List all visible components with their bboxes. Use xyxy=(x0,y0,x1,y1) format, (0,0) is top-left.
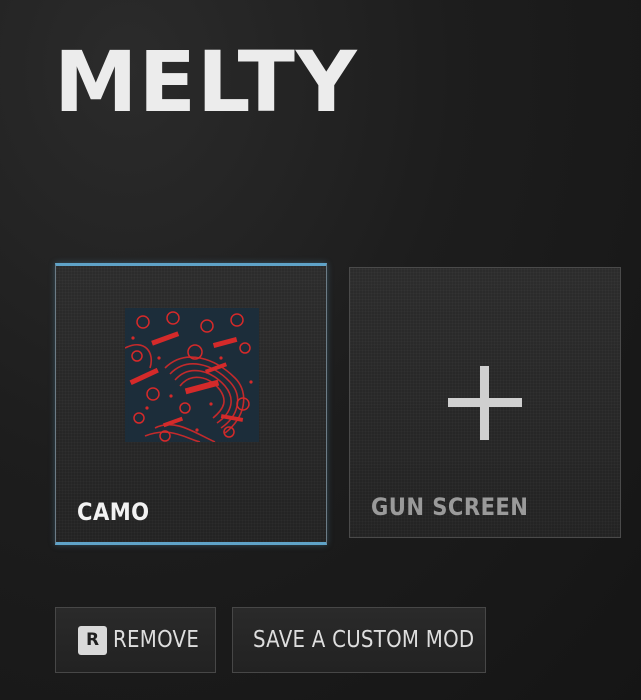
r-key-icon: R xyxy=(78,625,107,655)
plus-icon xyxy=(448,366,522,440)
remove-button-label: REMOVE xyxy=(113,627,200,653)
page-title: MELTY xyxy=(54,33,358,131)
save-custom-mod-label: SAVE A CUSTOM MOD xyxy=(253,627,475,653)
camo-slot-card[interactable]: CAMO xyxy=(55,263,327,545)
camo-swatch-image xyxy=(125,308,259,442)
save-custom-mod-button[interactable]: SAVE A CUSTOM MOD xyxy=(232,607,486,673)
camo-slot-label: CAMO xyxy=(77,498,150,526)
remove-button[interactable]: R REMOVE xyxy=(55,607,216,673)
gun-screen-slot-label: GUN SCREEN xyxy=(371,493,529,521)
gun-screen-slot-card[interactable]: GUN SCREEN xyxy=(349,267,621,538)
